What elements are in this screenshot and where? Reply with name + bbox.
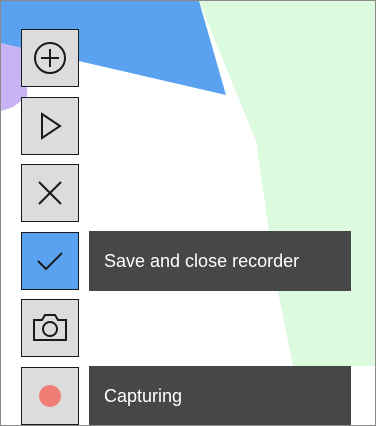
- recorder-window: Save and close recorder Capturing: [0, 0, 376, 426]
- save-tooltip: Save and close recorder: [89, 231, 351, 291]
- close-icon: [38, 181, 62, 205]
- record-button[interactable]: [21, 367, 79, 425]
- camera-icon: [33, 314, 67, 341]
- capturing-status-tooltip: Capturing: [89, 366, 351, 425]
- plus-circle-icon: [34, 42, 66, 74]
- screenshot-button[interactable]: [21, 299, 79, 357]
- record-dot-icon: [39, 385, 61, 407]
- checkmark-icon: [37, 252, 63, 271]
- stop-button[interactable]: [21, 164, 79, 222]
- play-button[interactable]: [21, 97, 79, 155]
- background-green-shape: [199, 1, 375, 366]
- play-icon: [41, 112, 62, 140]
- save-and-close-button[interactable]: [21, 232, 79, 290]
- add-button[interactable]: [21, 29, 79, 87]
